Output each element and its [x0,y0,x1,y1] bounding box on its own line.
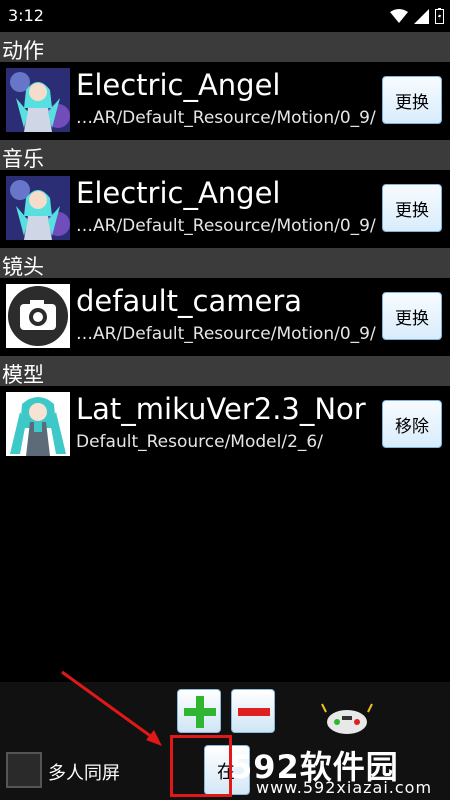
list-item-motion[interactable]: Electric_Angel …AR/Default_Resource/Moti… [0,62,450,140]
minus-icon [238,708,270,716]
add-button[interactable] [177,689,221,733]
item-name: default_camera [76,284,303,318]
multi-screen-label: 多人同屏 [48,763,120,784]
list-item-camera[interactable]: default_camera …AR/Default_Resource/Moti… [0,278,450,356]
section-title: 模型 [2,363,44,387]
signal-icon [414,8,429,24]
remove-item-button[interactable] [231,689,275,733]
replace-button[interactable]: 更换 [382,292,442,340]
wifi-icon [390,9,408,23]
item-path: Default_Resource/Model/2_6/ [76,432,323,452]
item-name: Electric_Angel [76,68,281,102]
status-time: 3:12 [8,6,44,25]
gamepad-icon[interactable] [320,700,374,744]
miku-model-thumbnail [6,392,70,456]
replace-button[interactable]: 更换 [382,184,442,232]
section-title: 镜头 [2,255,44,279]
section-title: 动作 [2,39,44,63]
list-item-model[interactable]: Lat_mikuVer2.3_Nor Default_Resource/Mode… [0,386,450,464]
section-header-music: 音乐 [0,140,450,171]
watermark-url: www.592xiazai.com [256,778,433,797]
battery-icon [435,8,444,24]
item-name: Lat_mikuVer2.3_Nor [76,392,366,426]
item-name: Electric_Angel [76,176,281,210]
section-header-motion: 动作 [0,32,450,63]
status-icons [390,7,444,25]
watermark: 592软件园 www.592xiazai.com [222,742,450,800]
camera-icon [6,284,70,348]
remove-button[interactable]: 移除 [382,400,442,448]
status-bar: 3:12 [0,0,450,32]
item-path: …AR/Default_Resource/Motion/0_9/ [76,324,376,344]
list-item-music[interactable]: Electric_Angel …AR/Default_Resource/Moti… [0,170,450,248]
item-path: …AR/Default_Resource/Motion/0_9/ [76,108,376,128]
miku-angel-thumbnail [6,176,70,240]
section-header-model: 模型 [0,356,450,387]
section-header-camera: 镜头 [0,248,450,279]
item-path: …AR/Default_Resource/Motion/0_9/ [76,216,376,236]
section-title: 音乐 [2,147,44,171]
miku-angel-thumbnail [6,68,70,132]
multi-screen-checkbox[interactable] [6,752,42,788]
replace-button[interactable]: 更换 [382,76,442,124]
plus-icon [184,696,216,728]
